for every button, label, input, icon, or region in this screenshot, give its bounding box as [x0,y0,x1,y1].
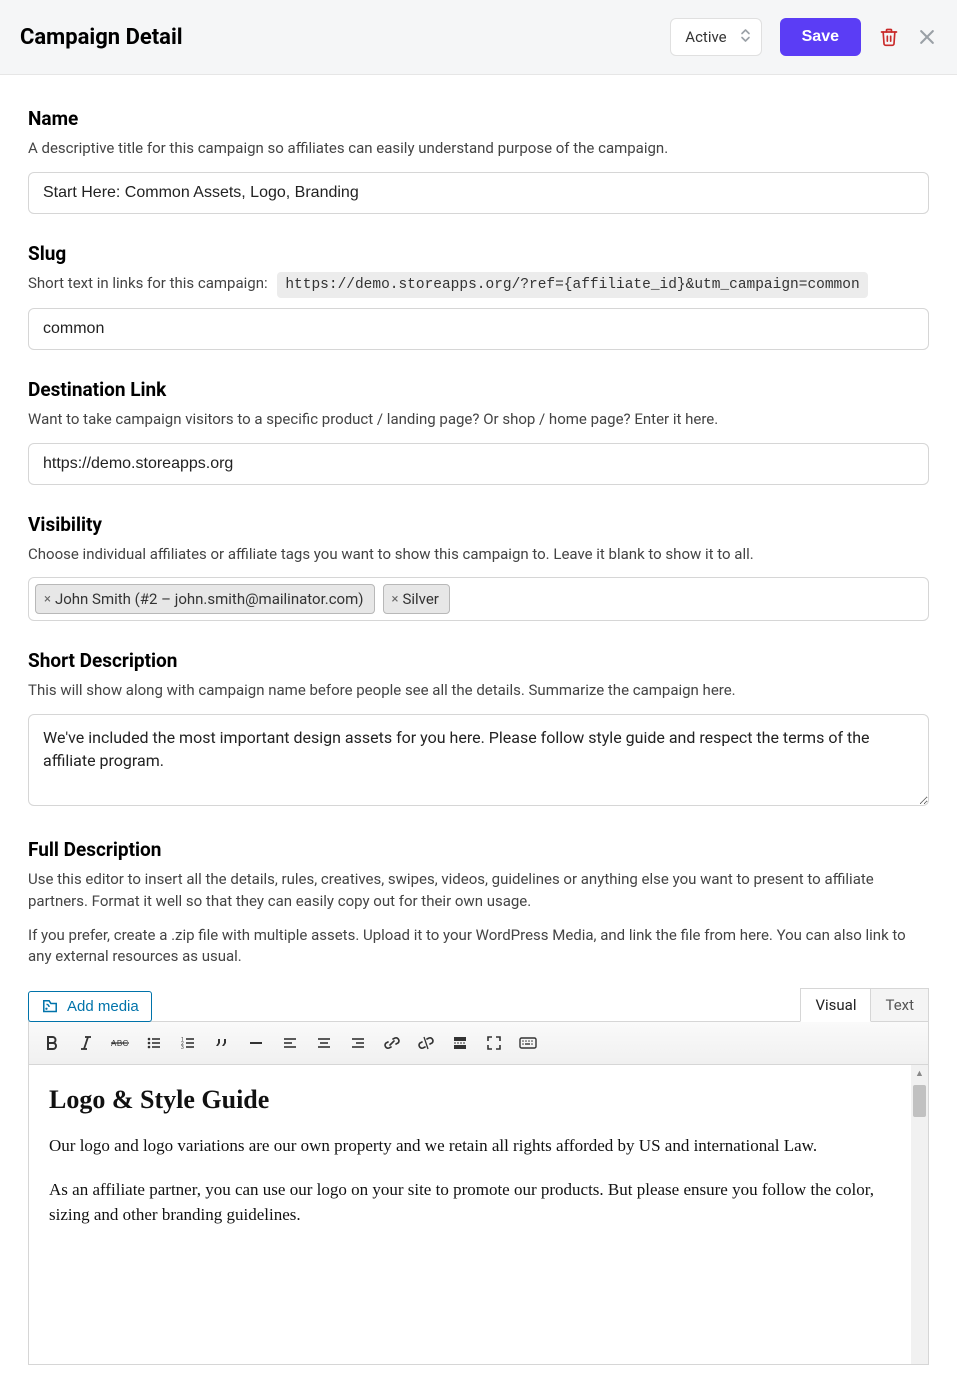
page-title: Campaign Detail [20,25,183,50]
scroll-thumb[interactable] [913,1085,926,1117]
fullscreen-button[interactable] [479,1028,509,1058]
destination-label: Destination Link [28,378,929,401]
status-select[interactable]: Active [670,18,761,56]
name-desc: A descriptive title for this campaign so… [28,138,929,160]
save-button[interactable]: Save [780,18,861,56]
hr-button[interactable] [241,1028,271,1058]
status-value: Active [685,28,726,46]
slug-desc: Short text in links for this campaign: h… [28,273,929,296]
name-label: Name [28,107,929,130]
page-header: Campaign Detail Active Save [0,0,957,75]
align-left-icon [282,1035,298,1051]
tab-text[interactable]: Text [870,988,929,1022]
italic-icon [78,1035,94,1051]
italic-button[interactable] [71,1028,101,1058]
strikethrough-icon: ABC [111,1035,129,1051]
link-icon [384,1035,400,1051]
editor-paragraph: Our logo and logo variations are our own… [49,1133,891,1159]
add-media-label: Add media [67,998,139,1015]
trash-icon [879,27,899,47]
align-center-icon [316,1035,332,1051]
editor-toolbar: ABC 123 [28,1021,929,1065]
slug-section: Slug Short text in links for this campai… [28,242,929,350]
visibility-tag[interactable]: × John Smith (#2 – john.smith@mailinator… [35,584,375,614]
unlink-button[interactable] [411,1028,441,1058]
slug-label: Slug [28,242,929,265]
align-left-button[interactable] [275,1028,305,1058]
header-actions: Active Save [670,18,937,56]
numbered-list-button[interactable]: 123 [173,1028,203,1058]
short-description-section: Short Description This will show along w… [28,649,929,810]
numbered-list-icon: 123 [180,1035,196,1051]
unlink-icon [418,1035,434,1051]
bullet-list-icon [146,1035,162,1051]
full-desc-desc2: If you prefer, create a .zip file with m… [28,925,929,969]
name-section: Name A descriptive title for this campai… [28,107,929,214]
short-desc-label: Short Description [28,649,929,672]
editor-body-wrap: Logo & Style Guide Our logo and logo var… [28,1065,929,1365]
editor-body[interactable]: Logo & Style Guide Our logo and logo var… [29,1065,911,1364]
tag-remove-icon[interactable]: × [392,592,399,607]
visibility-tag[interactable]: × Silver [383,584,450,614]
readmore-button[interactable] [445,1028,475,1058]
editor-heading: Logo & Style Guide [49,1085,891,1115]
tag-label: Silver [402,590,438,608]
short-desc-desc: This will show along with campaign name … [28,680,929,702]
bullet-list-button[interactable] [139,1028,169,1058]
tag-remove-icon[interactable]: × [44,592,51,607]
editor-paragraph: As an affiliate partner, you can use our… [49,1177,891,1228]
chevron-updown-icon [740,28,751,47]
scroll-up-icon: ▲ [911,1065,928,1081]
delete-button[interactable] [879,27,899,47]
link-button[interactable] [377,1028,407,1058]
content: Name A descriptive title for this campai… [0,75,957,1392]
name-input[interactable] [28,172,929,214]
align-right-icon [350,1035,366,1051]
editor: Add media Visual Text ABC 123 [28,988,929,1365]
tab-visual[interactable]: Visual [800,988,871,1022]
full-description-section: Full Description Use this editor to inse… [28,838,929,1365]
tag-label: John Smith (#2 – john.smith@mailinator.c… [55,590,364,608]
destination-input[interactable] [28,443,929,485]
visibility-label: Visibility [28,513,929,536]
align-center-button[interactable] [309,1028,339,1058]
fullscreen-icon [486,1035,502,1051]
bold-icon [44,1035,60,1051]
visibility-input[interactable]: × John Smith (#2 – john.smith@mailinator… [28,577,929,621]
slug-url-preview: https://demo.storeapps.org/?ref={affilia… [277,272,867,298]
readmore-icon [452,1035,468,1051]
editor-tabs: Visual Text [801,988,929,1022]
strikethrough-button[interactable]: ABC [105,1028,135,1058]
visibility-desc: Choose individual affiliates or affiliat… [28,544,929,566]
editor-scrollbar[interactable]: ▲ [911,1065,928,1364]
align-right-button[interactable] [343,1028,373,1058]
close-icon [917,27,937,47]
scroll-track [911,1081,928,1364]
add-media-button[interactable]: Add media [28,991,152,1022]
full-desc-desc1: Use this editor to insert all the detail… [28,869,929,913]
blockquote-button[interactable] [207,1028,237,1058]
editor-topbar: Add media Visual Text [28,988,929,1022]
slug-input[interactable] [28,308,929,350]
full-desc-label: Full Description [28,838,929,861]
horizontal-rule-icon [248,1035,264,1051]
destination-desc: Want to take campaign visitors to a spec… [28,409,929,431]
destination-section: Destination Link Want to take campaign v… [28,378,929,485]
quote-icon [214,1035,230,1051]
media-icon [41,999,59,1015]
visibility-section: Visibility Choose individual affiliates … [28,513,929,622]
bold-button[interactable] [37,1028,67,1058]
toolbar-toggle-button[interactable] [513,1028,543,1058]
svg-text:3: 3 [181,1045,184,1051]
close-button[interactable] [917,27,937,47]
short-desc-input[interactable] [28,714,929,806]
keyboard-icon [519,1035,537,1051]
slug-desc-text: Short text in links for this campaign: [28,274,268,292]
